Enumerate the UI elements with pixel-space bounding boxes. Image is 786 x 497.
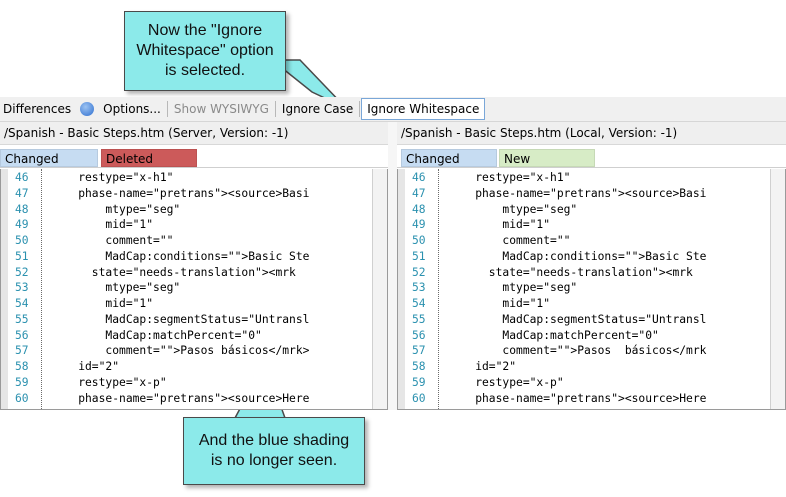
legend-new: New	[499, 149, 595, 167]
legend-changed: Changed	[0, 149, 98, 167]
gutter-separator	[438, 169, 439, 409]
line-text: comment=""	[51, 234, 174, 247]
toolbar-separator	[359, 101, 361, 117]
line-number: 58	[412, 360, 426, 373]
toolbar-separator	[166, 101, 168, 117]
line-number: 47	[412, 186, 426, 200]
show-wysiwyg-button[interactable]: Show WYSIWYG	[169, 98, 274, 120]
line-text: restype="x-p"	[448, 375, 564, 389]
pane-divider[interactable]	[388, 122, 397, 410]
line-number: 57	[412, 344, 426, 358]
line-text: phase-name="pretrans"><source>Basi	[51, 186, 310, 200]
legend-deleted: Deleted	[101, 149, 197, 167]
line-text: MadCap:segmentStatus="Untransl	[51, 312, 310, 326]
line-text: mid="1"	[448, 218, 551, 232]
line-number: 50	[15, 234, 29, 247]
line-text: restype="x-h1"	[51, 171, 174, 184]
line-number: 52	[412, 265, 426, 279]
left-legend: Changed Deleted	[0, 145, 388, 168]
line-text: mid="1"	[51, 297, 154, 310]
line-number: 55	[15, 312, 29, 326]
line-number: 56	[412, 328, 426, 342]
gutter	[1, 169, 8, 409]
line-number: 60	[412, 391, 426, 405]
line-text: state="needs-translation"><mrk	[448, 265, 693, 279]
left-code-view[interactable]: 46 restype="x-h1" 47 phase-name="pretrans…	[0, 169, 388, 410]
left-pane: /Spanish - Basic Steps.htm (Server, Vers…	[0, 122, 388, 410]
line-text: id="2"	[51, 360, 120, 373]
right-code-view[interactable]: 46 restype="x-h1" 47 phase-name="pretrans…	[397, 169, 786, 410]
line-text: phase-name="pretrans"><source>Here	[448, 391, 707, 405]
line-number: 59	[15, 375, 29, 389]
line-text: phase-name="pretrans"><source>Here	[51, 391, 310, 405]
line-number: 51	[412, 249, 426, 263]
line-text: mtype="seg"	[448, 281, 578, 295]
line-text: mid="1"	[51, 218, 154, 232]
line-number: 49	[412, 218, 426, 232]
line-text: comment=""	[448, 234, 571, 247]
line-number: 58	[15, 360, 29, 373]
diff-toolbar: Differences Options... Show WYSIWYG Igno…	[0, 97, 786, 122]
line-text: comment="">Pasos básicos</mrk	[448, 344, 707, 358]
line-text: mtype="seg"	[448, 202, 578, 216]
bottom-callout: And the blue shading is no longer seen.	[183, 417, 365, 485]
line-number: 46	[412, 171, 426, 184]
line-number: 57	[15, 344, 29, 358]
ignore-case-button[interactable]: Ignore Case	[277, 98, 358, 120]
legend-changed: Changed	[401, 149, 497, 167]
bottom-callout-text: And the blue shading is no longer seen.	[198, 432, 350, 469]
line-number: 53	[15, 281, 29, 295]
line-text: state="needs-translation"><mrk	[51, 265, 296, 279]
right-scrollbar[interactable]	[770, 169, 785, 409]
line-text: MadCap:conditions="">Basic Ste	[448, 249, 707, 263]
line-text: mid="1"	[448, 297, 551, 310]
gutter	[398, 169, 405, 409]
line-number: 49	[15, 218, 29, 232]
line-number: 55	[412, 312, 426, 326]
line-number: 60	[15, 391, 29, 405]
line-text: MadCap:matchPercent="0"	[448, 328, 659, 342]
differences-label: Differences	[3, 102, 72, 116]
line-text: mtype="seg"	[51, 202, 181, 216]
line-text: phase-name="pretrans"><source>Basi	[448, 186, 707, 200]
line-number: 47	[15, 186, 29, 200]
options-icon[interactable]	[80, 102, 95, 116]
left-scrollbar[interactable]	[372, 169, 387, 409]
right-legend: Changed New	[397, 145, 786, 168]
line-number: 54	[15, 297, 29, 310]
line-text: comment="">Pasos básicos</mrk>	[51, 344, 310, 358]
line-number: 53	[412, 281, 426, 295]
top-callout-text: Now the "Ignore Whitespace" option is se…	[136, 22, 274, 79]
line-text: mtype="seg"	[51, 281, 181, 295]
line-text: MadCap:conditions="">Basic Ste	[51, 249, 310, 263]
gutter-separator	[41, 169, 42, 409]
right-pane: /Spanish - Basic Steps.htm (Local, Versi…	[397, 122, 786, 410]
options-button[interactable]: Options...	[98, 98, 166, 120]
top-callout: Now the "Ignore Whitespace" option is se…	[124, 11, 286, 91]
line-text: MadCap:matchPercent="0"	[51, 328, 262, 342]
line-text: id="2"	[448, 360, 517, 373]
right-file-path: /Spanish - Basic Steps.htm (Local, Versi…	[397, 122, 786, 145]
line-number: 51	[15, 249, 29, 263]
line-number: 46	[15, 171, 29, 184]
line-text: restype="x-h1"	[448, 171, 571, 184]
line-number: 48	[412, 202, 426, 216]
ignore-whitespace-button[interactable]: Ignore Whitespace	[361, 98, 486, 120]
line-number: 52	[15, 265, 29, 279]
left-file-path: /Spanish - Basic Steps.htm (Server, Vers…	[0, 122, 388, 145]
line-text: MadCap:segmentStatus="Untransl	[448, 312, 707, 326]
toolbar-separator	[274, 101, 276, 117]
line-number: 50	[412, 234, 426, 247]
line-number: 54	[412, 297, 426, 310]
line-number: 48	[15, 202, 29, 216]
line-number: 56	[15, 328, 29, 342]
line-text: restype="x-p"	[51, 375, 167, 389]
line-number: 59	[412, 375, 426, 389]
